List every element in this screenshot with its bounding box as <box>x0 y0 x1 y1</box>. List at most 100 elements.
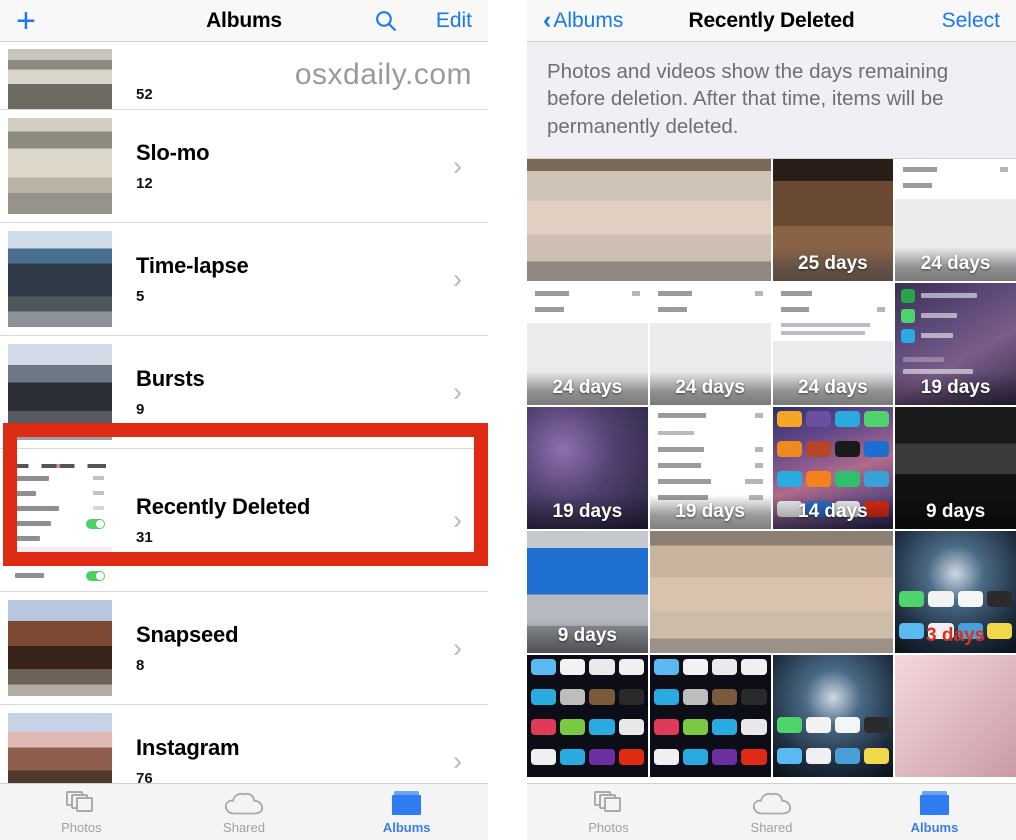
search-icon[interactable] <box>373 8 398 33</box>
photo-cell[interactable]: 19 days <box>649 406 771 529</box>
days-badge: 25 days <box>772 246 894 281</box>
album-thumbnail <box>8 118 112 214</box>
album-text: Time-lapse 5 <box>112 253 453 305</box>
album-text: Recently Deleted 31 <box>112 494 453 546</box>
album-title: Time-lapse <box>136 253 249 278</box>
photo-cell[interactable] <box>527 158 771 281</box>
tab-photos[interactable]: Photos <box>0 789 163 835</box>
tab-shared[interactable]: Shared <box>690 789 853 835</box>
album-thumbnail <box>8 344 112 440</box>
album-thumbnail <box>8 231 112 327</box>
select-button[interactable]: Select <box>942 9 1000 33</box>
days-badge: 24 days <box>895 246 1016 281</box>
select-label: Select <box>941 8 1000 32</box>
photo-cell[interactable]: 19 days <box>895 282 1016 405</box>
album-count: 76 <box>136 770 153 783</box>
list-item[interactable]: Time-lapse 5 › <box>0 223 488 336</box>
screenshot-root: + Albums Edit 52 Slo-mo 12 › Time-lapse … <box>0 0 1016 840</box>
chevron-left-icon: ‹ <box>543 6 552 34</box>
album-count: 9 <box>136 401 145 418</box>
list-item[interactable]: Snapseed 8 › <box>0 592 488 705</box>
tab-shared[interactable]: Shared <box>163 789 326 835</box>
albums-icon <box>853 789 1016 817</box>
album-count: 5 <box>136 288 145 305</box>
photo-cell[interactable]: 24 days <box>649 282 771 405</box>
photo-cell[interactable] <box>527 654 648 777</box>
panel-separator <box>488 0 527 840</box>
albums-list[interactable]: 52 Slo-mo 12 › Time-lapse 5 › Bursts 9 ›… <box>0 42 488 783</box>
tab-label: Albums <box>910 820 959 835</box>
chevron-right-icon: › <box>453 376 462 407</box>
photo-cell[interactable] <box>895 654 1016 777</box>
album-text: Instagram 76 <box>112 735 453 783</box>
days-badge: 9 days <box>895 494 1016 529</box>
watermark: osxdaily.com <box>294 58 472 91</box>
list-item[interactable]: Slo-mo 12 › <box>0 110 488 223</box>
chevron-right-icon: › <box>453 632 462 663</box>
cloud-icon <box>163 789 326 817</box>
chevron-right-icon: › <box>453 745 462 776</box>
photo-cell[interactable]: 24 days <box>772 282 894 405</box>
app-icons <box>653 658 767 775</box>
chevron-right-icon: › <box>453 263 462 294</box>
album-text: Slo-mo 12 <box>112 140 453 192</box>
album-title: Snapseed <box>136 622 239 647</box>
right-tabbar: Photos Shared Albums <box>527 783 1016 840</box>
list-item[interactable]: Instagram 76 › <box>0 705 488 783</box>
album-thumbnail <box>8 459 112 581</box>
photo-cell[interactable] <box>649 530 894 653</box>
photo-cell[interactable] <box>649 654 771 777</box>
days-badge: 24 days <box>527 370 648 405</box>
tab-photos[interactable]: Photos <box>527 789 690 835</box>
tab-albums[interactable]: Albums <box>853 789 1016 835</box>
photo-cell[interactable]: 14 days <box>772 406 894 529</box>
photo-cell[interactable]: 9 days <box>895 406 1016 529</box>
days-badge: 24 days <box>772 370 894 405</box>
photo-cell[interactable] <box>772 654 894 777</box>
photos-icon <box>0 789 163 817</box>
album-text: Bursts 9 <box>112 366 453 418</box>
left-tabbar: Photos Shared Albums <box>0 783 488 840</box>
tab-label: Shared <box>750 820 793 835</box>
add-album-button[interactable]: + <box>16 4 36 38</box>
list-item[interactable]: Bursts 9 › <box>0 336 488 449</box>
edit-button[interactable]: Edit <box>436 9 472 33</box>
tab-albums[interactable]: Albums <box>325 789 488 835</box>
photo-cell[interactable]: 25 days <box>772 158 894 281</box>
album-count: 12 <box>136 175 153 192</box>
recently-deleted-navbar: ‹ Albums Recently Deleted Select <box>527 0 1016 42</box>
photo-cell[interactable]: 24 days <box>527 282 648 405</box>
album-count: 31 <box>136 529 153 546</box>
right-phone-panel: ‹ Albums Recently Deleted Select Photos … <box>527 0 1016 840</box>
plus-icon: + <box>16 1 36 40</box>
app-icons <box>531 658 644 775</box>
album-thumbnail <box>8 713 112 783</box>
tab-label: Albums <box>382 820 431 835</box>
days-badge: 9 days <box>527 618 648 653</box>
days-badge: 19 days <box>527 494 648 529</box>
tab-label: Photos <box>61 820 102 835</box>
albums-icon <box>325 789 488 817</box>
days-badge: 3 days <box>926 624 986 646</box>
album-count: 8 <box>136 657 145 674</box>
days-badge: 24 days <box>649 370 771 405</box>
photo-grid[interactable]: 25 days 24 days 24 days 24 days 24 days … <box>527 158 1016 777</box>
cloud-icon <box>690 789 853 817</box>
left-phone-panel: + Albums Edit 52 Slo-mo 12 › Time-lapse … <box>0 0 488 840</box>
sidebar-item-recently-deleted[interactable]: Recently Deleted 31 › <box>0 449 488 592</box>
photo-cell[interactable]: 19 days <box>527 406 648 529</box>
album-thumbnail <box>8 49 112 109</box>
chevron-right-icon: › <box>453 150 462 181</box>
photos-icon <box>527 789 690 817</box>
photo-cell[interactable]: 24 days <box>895 158 1016 281</box>
days-badge: 19 days <box>649 494 771 529</box>
photo-cell[interactable]: 3 days <box>895 530 1016 653</box>
tab-label: Shared <box>223 820 265 835</box>
photo-cell[interactable]: 9 days <box>527 530 648 653</box>
back-button[interactable]: ‹ Albums <box>543 8 623 33</box>
chevron-right-icon: › <box>453 504 462 535</box>
album-title: Slo-mo <box>136 140 210 165</box>
navbar-right-group: Edit <box>373 8 472 33</box>
deletion-notice: Photos and videos show the days remainin… <box>527 42 1016 159</box>
album-title: Instagram <box>136 735 240 760</box>
